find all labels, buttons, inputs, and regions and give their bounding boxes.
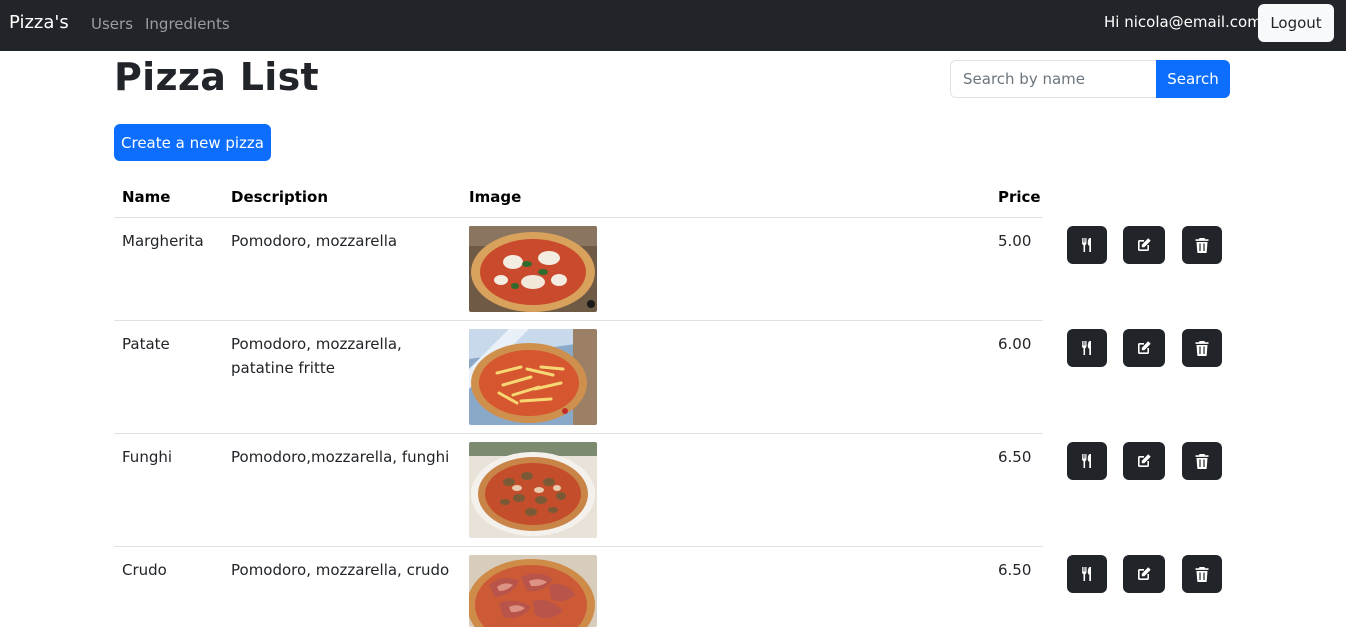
- trash-icon: [1195, 454, 1209, 469]
- edit-icon: [1138, 341, 1151, 354]
- column-header-price: Price: [998, 188, 1041, 206]
- column-header-image: Image: [469, 188, 522, 206]
- delete-button[interactable]: [1182, 442, 1222, 480]
- pizza-description: Pomodoro, mozzarella: [231, 232, 398, 250]
- pizza-image: [469, 555, 597, 627]
- pizza-name: Crudo: [122, 561, 167, 579]
- table-row: Margherita Pomodoro, mozzarella 5.00: [0, 218, 1346, 321]
- delete-button[interactable]: [1182, 329, 1222, 367]
- utensils-icon: [1082, 454, 1091, 468]
- utensils-icon: [1082, 567, 1091, 581]
- brand-link[interactable]: Pizza's: [9, 12, 69, 33]
- table-row: Crudo Pomodoro, mozzarella, crudo 6.50: [0, 547, 1346, 627]
- logout-button[interactable]: Logout: [1258, 4, 1334, 42]
- column-header-description: Description: [231, 188, 329, 206]
- nav-link-users[interactable]: Users: [91, 15, 133, 33]
- pizza-name: Patate: [122, 335, 170, 353]
- table-row: Funghi Pomodoro,mozzarella, funghi 6.50: [0, 434, 1346, 547]
- pizza-price: 6.00: [998, 335, 1032, 353]
- utensils-icon: [1082, 238, 1091, 252]
- pizza-image: [469, 442, 597, 538]
- trash-icon: [1195, 567, 1209, 582]
- pizza-image: [469, 226, 597, 312]
- create-pizza-button[interactable]: Create a new pizza: [114, 124, 271, 161]
- ingredients-button[interactable]: [1067, 329, 1107, 367]
- pizza-price: 6.50: [998, 448, 1032, 466]
- search-input[interactable]: [950, 60, 1157, 98]
- nav-link-ingredients[interactable]: Ingredients: [145, 15, 230, 33]
- ingredients-button[interactable]: [1067, 555, 1107, 593]
- utensils-icon: [1082, 341, 1091, 355]
- edit-button[interactable]: [1123, 555, 1165, 593]
- ingredients-button[interactable]: [1067, 226, 1107, 264]
- pizza-name: Margherita: [122, 232, 204, 250]
- delete-button[interactable]: [1182, 555, 1222, 593]
- column-header-name: Name: [122, 188, 171, 206]
- pizza-price: 5.00: [998, 232, 1032, 250]
- edit-button[interactable]: [1123, 226, 1165, 264]
- pizza-description: Pomodoro, mozzarella, patatine fritte: [231, 335, 402, 377]
- pizza-description: Pomodoro,mozzarella, funghi: [231, 448, 450, 466]
- trash-icon: [1195, 341, 1209, 356]
- navbar: Pizza's Users Ingredients Hi nicola@emai…: [0, 0, 1346, 51]
- edit-icon: [1138, 454, 1151, 467]
- user-greeting: Hi nicola@email.com: [1104, 13, 1262, 31]
- edit-icon: [1138, 567, 1151, 580]
- trash-icon: [1195, 238, 1209, 253]
- search-button[interactable]: Search: [1156, 60, 1230, 98]
- edit-button[interactable]: [1123, 329, 1165, 367]
- edit-button[interactable]: [1123, 442, 1165, 480]
- delete-button[interactable]: [1182, 226, 1222, 264]
- pizza-price: 6.50: [998, 561, 1032, 579]
- edit-icon: [1138, 238, 1151, 251]
- pizza-image: [469, 329, 597, 425]
- ingredients-button[interactable]: [1067, 442, 1107, 480]
- pizza-name: Funghi: [122, 448, 173, 466]
- page-title: Pizza List: [114, 55, 320, 99]
- table-row: Patate Pomodoro, mozzarella, patatine fr…: [0, 321, 1346, 434]
- pizza-description: Pomodoro, mozzarella, crudo: [231, 561, 450, 579]
